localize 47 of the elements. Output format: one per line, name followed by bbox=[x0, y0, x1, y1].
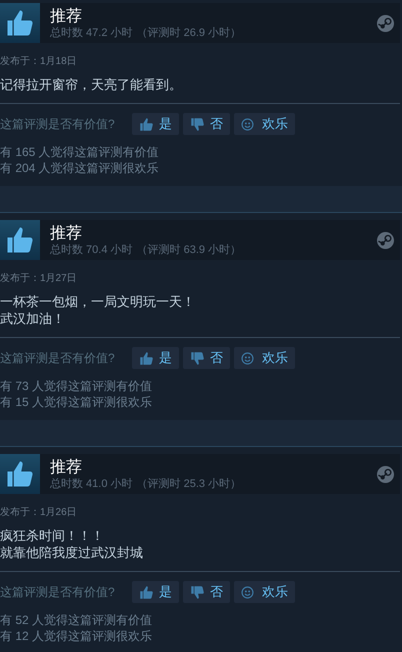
playtime-at-review: （评测时 25.3 小时） bbox=[136, 476, 242, 490]
helpful-question: 这篇评测是否有价值? bbox=[0, 116, 116, 133]
thumbs-down-icon bbox=[190, 584, 205, 600]
platform-logo-icon bbox=[377, 14, 394, 32]
review-text-line: 疯狂杀时间！！！ bbox=[0, 527, 105, 544]
playtime-at-review: （评测时 63.9 小时） bbox=[136, 242, 242, 256]
posted-date: 发布于：1月18日 bbox=[0, 55, 78, 69]
posted-date: 发布于：1月26日 bbox=[0, 506, 78, 520]
thumbs-down-icon bbox=[190, 116, 205, 132]
review-verdict: 推荐 bbox=[50, 224, 83, 242]
review-text-line: 武汉加油！ bbox=[0, 310, 66, 327]
vote-button[interactable]: 欢乐 bbox=[234, 581, 295, 603]
thumbs-up-icon bbox=[139, 350, 154, 366]
thumbs-up-icon bbox=[139, 116, 154, 132]
review-text-line: 一杯茶一包烟，一局文明玩一天！ bbox=[0, 293, 196, 310]
vote-count-text: 有 165 人觉得这篇评测有价值 bbox=[0, 144, 160, 160]
review-text-line: 记得拉开窗帘，天亮了能看到。 bbox=[0, 76, 183, 93]
thumbs-down-icon bbox=[190, 350, 205, 366]
thumbs-up-icon bbox=[139, 584, 154, 600]
vote-button[interactable]: 是 bbox=[132, 347, 179, 369]
vote-button[interactable]: 否 bbox=[183, 581, 230, 603]
playtime-total: 总时数 70.4 小时 bbox=[50, 242, 133, 256]
vote-button[interactable]: 是 bbox=[132, 581, 179, 603]
vote-count-text: 有 204 人觉得这篇评测很欢乐 bbox=[0, 160, 160, 176]
helpful-question: 这篇评测是否有价值? bbox=[0, 350, 116, 367]
review-verdict: 推荐 bbox=[50, 458, 83, 476]
playtime-total: 总时数 47.2 小时 bbox=[50, 26, 133, 40]
posted-date: 发布于：1月27日 bbox=[0, 272, 78, 286]
vote-count-text: 有 52 人觉得这篇评测有价值 bbox=[0, 612, 154, 628]
vote-button[interactable]: 欢乐 bbox=[234, 113, 295, 135]
vote-button[interactable]: 是 bbox=[132, 113, 179, 135]
smiley-icon bbox=[241, 352, 254, 364]
smiley-icon bbox=[241, 118, 254, 130]
helpful-question: 这篇评测是否有价值? bbox=[0, 584, 116, 601]
vote-button[interactable]: 否 bbox=[183, 113, 230, 135]
playtime-total: 总时数 41.0 小时 bbox=[50, 476, 133, 490]
vote-button[interactable]: 否 bbox=[183, 347, 230, 369]
platform-logo-icon bbox=[377, 232, 394, 248]
smiley-icon bbox=[241, 586, 254, 598]
platform-logo-icon bbox=[377, 466, 394, 482]
review-text-line: 就靠他陪我度过武汉封城 bbox=[0, 544, 144, 561]
playtime-at-review: （评测时 26.9 小时） bbox=[136, 26, 242, 40]
vote-count-text: 有 73 人觉得这篇评测有价值 bbox=[0, 378, 154, 394]
vote-count-text: 有 12 人觉得这篇评测很欢乐 bbox=[0, 628, 154, 644]
vote-count-text: 有 15 人觉得这篇评测很欢乐 bbox=[0, 394, 154, 410]
review-verdict: 推荐 bbox=[50, 6, 83, 26]
vote-button[interactable]: 欢乐 bbox=[234, 347, 295, 369]
